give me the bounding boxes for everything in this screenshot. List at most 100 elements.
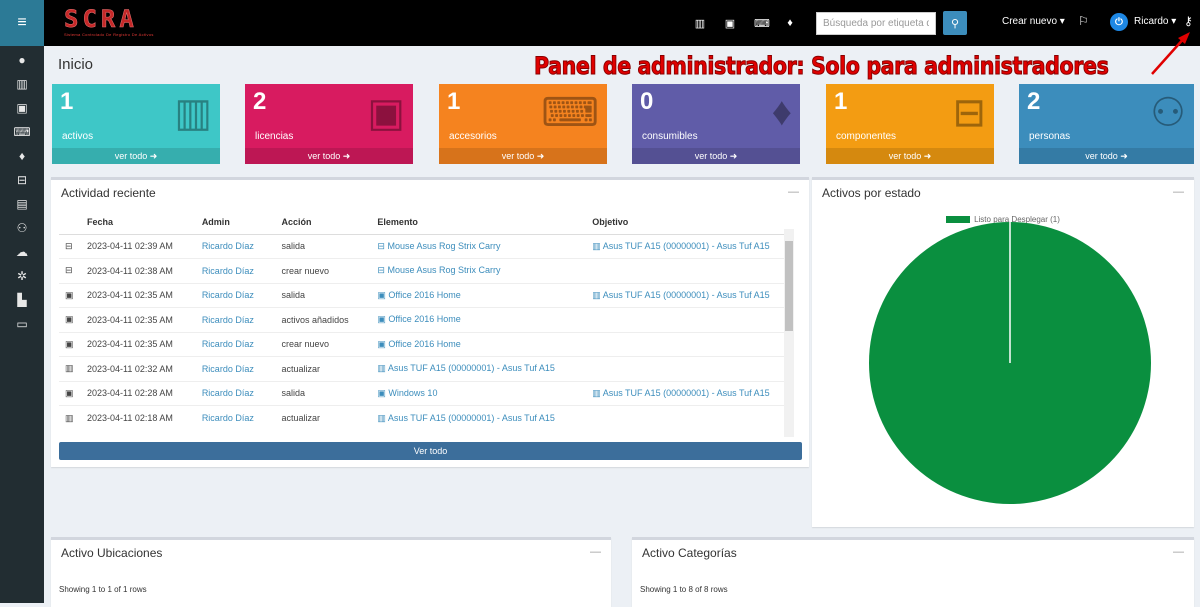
- tile-ver-todo-link[interactable]: ver todo ➜: [245, 148, 413, 164]
- cell-fecha: 2023-04-11 02:18 AM: [83, 405, 180, 430]
- cell-objetivo[interactable]: [570, 258, 785, 283]
- cell-accion: salida: [259, 282, 356, 308]
- cell-accion: activos añadidos: [259, 307, 356, 332]
- tile-ver-todo-link[interactable]: ver todo ➜: [632, 148, 800, 164]
- cell-objetivo[interactable]: [570, 405, 785, 430]
- cell-admin[interactable]: Ricardo Díaz: [179, 233, 260, 259]
- sidebar-item-licenses[interactable]: ▣: [0, 96, 44, 120]
- droplet-icon: ♦: [771, 90, 792, 134]
- header-accion[interactable]: Acción: [259, 210, 356, 235]
- collapse-button[interactable]: —: [1173, 546, 1184, 558]
- search-button[interactable]: ⚲: [943, 11, 967, 35]
- cell-elemento[interactable]: ▣ Office 2016 Home: [355, 331, 571, 357]
- cell-admin[interactable]: Ricardo Díaz: [179, 405, 260, 430]
- user-avatar-icon[interactable]: ⏻: [1110, 13, 1128, 31]
- cell-elemento[interactable]: ▥ Asus TUF A15 (00000001) - Asus Tuf A15: [355, 356, 571, 381]
- tile-componentes[interactable]: 1 componentes ⊟ ver todo ➜: [826, 84, 994, 164]
- header-fecha[interactable]: Fecha: [83, 210, 180, 235]
- header-objetivo[interactable]: Objetivo: [570, 210, 785, 235]
- cell-accion: crear nuevo: [259, 331, 356, 357]
- collapse-button[interactable]: —: [788, 186, 799, 198]
- table-row: ▥ 2023-04-11 02:18 AM Ricardo Díaz actua…: [59, 405, 785, 430]
- cell-objetivo[interactable]: [570, 331, 785, 357]
- cell-admin[interactable]: Ricardo Díaz: [179, 282, 260, 308]
- tile-count: 2: [1027, 88, 1041, 115]
- chart-icon: ▙: [17, 293, 27, 307]
- cell-objetivo[interactable]: [570, 356, 785, 381]
- sidebar-item-accessories[interactable]: ⌨: [0, 120, 44, 144]
- tile-ver-todo-link[interactable]: ver todo ➜: [826, 148, 994, 164]
- sidebar-item-import[interactable]: ☁: [0, 240, 44, 264]
- save-icon: ▣: [367, 91, 405, 135]
- table-row: ▣ 2023-04-11 02:28 AM Ricardo Díaz salid…: [59, 380, 785, 406]
- collapse-button[interactable]: —: [590, 546, 601, 558]
- sidebar-toggle[interactable]: ≡: [0, 0, 44, 46]
- tile-label: consumibles: [642, 131, 698, 142]
- keyboard-icon: ⌨: [541, 91, 599, 135]
- tile-ver-todo-link[interactable]: ver todo ➜: [1019, 148, 1194, 164]
- ver-todo-button[interactable]: Ver todo: [59, 442, 802, 460]
- header-admin[interactable]: Admin: [179, 210, 260, 235]
- cell-accion: crear nuevo: [259, 258, 356, 283]
- cell-admin[interactable]: Ricardo Díaz: [179, 356, 260, 381]
- cell-objetivo[interactable]: ▥ Asus TUF A15 (00000001) - Asus Tuf A15: [570, 282, 785, 308]
- cell-admin[interactable]: Ricardo Díaz: [179, 331, 260, 357]
- search-icon: ⚲: [950, 17, 960, 30]
- row-type-icon: ▣: [59, 282, 83, 308]
- user-menu[interactable]: Ricardo ▾: [1134, 16, 1176, 27]
- cell-accion: salida: [259, 233, 356, 259]
- collapse-button[interactable]: —: [1173, 186, 1184, 198]
- row-type-icon: ⊟: [59, 258, 83, 283]
- tile-licencias[interactable]: 2 licencias ▣ ver todo ➜: [245, 84, 413, 164]
- sidebar-item-reports[interactable]: ▙: [0, 288, 44, 312]
- tile-accesorios[interactable]: 1 accesorios ⌨ ver todo ➜: [439, 84, 607, 164]
- sidebar-item-components[interactable]: ⊟: [0, 168, 44, 192]
- admin-keys-icon[interactable]: ⚷: [1184, 14, 1193, 28]
- flag-icon[interactable]: ⚐: [1078, 14, 1089, 28]
- users-group-icon: ⚇: [16, 221, 28, 235]
- logo[interactable]: SCRA Sistema Controlado De Registro De A…: [64, 6, 164, 42]
- tile-activos[interactable]: 1 activos ▥ ver todo ➜: [52, 84, 220, 164]
- save-icon[interactable]: ▣: [724, 17, 736, 30]
- sidebar-item-dashboard[interactable]: ●: [0, 48, 44, 72]
- pagination-info: Showing 1 to 8 of 8 rows: [640, 585, 728, 594]
- cell-admin[interactable]: Ricardo Díaz: [179, 258, 260, 283]
- cell-fecha: 2023-04-11 02:35 AM: [83, 331, 180, 357]
- create-new-dropdown[interactable]: Crear nuevo ▾: [1002, 16, 1065, 27]
- table-scrollbar[interactable]: [784, 229, 794, 437]
- tile-ver-todo-link[interactable]: ver todo ➜: [439, 148, 607, 164]
- sidebar-item-consumables[interactable]: ♦: [0, 144, 44, 168]
- tile-consumibles[interactable]: 0 consumibles ♦ ver todo ➜: [632, 84, 800, 164]
- sidebar-item-users[interactable]: ⚇: [0, 216, 44, 240]
- cell-objetivo[interactable]: ▥ Asus TUF A15 (00000001) - Asus Tuf A15: [570, 380, 785, 406]
- id-card-icon: ▤: [16, 197, 28, 211]
- status-pie-chart[interactable]: [812, 220, 1194, 530]
- tile-label: componentes: [836, 131, 897, 142]
- tile-label: accesorios: [449, 131, 497, 142]
- search-input[interactable]: [816, 12, 936, 35]
- tile-personas[interactable]: 2 personas ⚇ ver todo ➜: [1019, 84, 1194, 164]
- scrollbar-thumb[interactable]: [785, 241, 793, 331]
- cell-elemento[interactable]: ⊟ Mouse Asus Rog Strix Carry: [355, 233, 571, 259]
- droplet-icon[interactable]: ♦: [784, 17, 796, 29]
- sidebar-item-settings[interactable]: ✲: [0, 264, 44, 288]
- barcode-icon[interactable]: ▥: [694, 17, 706, 30]
- sidebar-item-devices[interactable]: ▭: [0, 312, 44, 336]
- tile-ver-todo-link[interactable]: ver todo ➜: [52, 148, 220, 164]
- cell-elemento[interactable]: ▣ Windows 10: [355, 380, 571, 406]
- cell-elemento[interactable]: ⊟ Mouse Asus Rog Strix Carry: [355, 258, 571, 283]
- sidebar-item-assets[interactable]: ▥: [0, 72, 44, 96]
- keyboard-icon[interactable]: ⌨: [754, 17, 770, 30]
- sidebar-item-people[interactable]: ▤: [0, 192, 44, 216]
- cell-objetivo[interactable]: [570, 307, 785, 332]
- cell-objetivo[interactable]: ▥ Asus TUF A15 (00000001) - Asus Tuf A15: [570, 233, 785, 259]
- barcode-icon: ▥: [174, 91, 212, 135]
- cell-admin[interactable]: Ricardo Díaz: [179, 307, 260, 332]
- cell-elemento[interactable]: ▥ Asus TUF A15 (00000001) - Asus Tuf A15: [355, 405, 571, 430]
- cell-elemento[interactable]: ▣ Office 2016 Home: [355, 282, 571, 308]
- row-type-icon: ▣: [59, 331, 83, 357]
- cell-elemento[interactable]: ▣ Office 2016 Home: [355, 307, 571, 332]
- cell-admin[interactable]: Ricardo Díaz: [179, 380, 260, 406]
- table-header-row: Fecha Admin Acción Elemento Objetivo: [59, 210, 785, 235]
- header-elemento[interactable]: Elemento: [355, 210, 571, 235]
